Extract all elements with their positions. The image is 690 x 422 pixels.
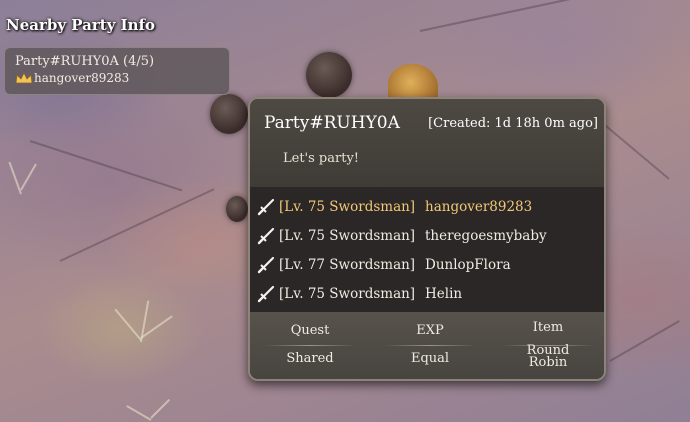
member-row[interactable]: [Lv. 75 Swordsman] Helin: [250, 279, 604, 308]
member-row[interactable]: [Lv. 77 Swordsman] DunlopFlora: [250, 250, 604, 279]
setting-exp-value: Equal: [410, 351, 450, 366]
party-detail-popup: Party#RUHY0A [Created: 1d 18h 0m ago] Le…: [248, 97, 606, 381]
grass-blade: [20, 163, 37, 191]
member-class-level: [Lv. 77 Swordsman]: [279, 256, 416, 273]
grass-blade: [126, 405, 152, 421]
popup-party-title: Party#RUHY0A: [264, 113, 400, 133]
setting-quest-value: Shared: [286, 351, 334, 366]
grass-blade: [150, 398, 171, 419]
popup-party-message: Let's party!: [283, 151, 360, 166]
nearby-party-leader: hangover89283: [15, 70, 219, 86]
member-name: theregoesmybaby: [425, 227, 547, 244]
member-class-level: [Lv. 75 Swordsman]: [279, 227, 416, 244]
setting-quest-label: Quest: [290, 323, 330, 338]
ground-crack: [609, 320, 680, 362]
setting-divider: [264, 345, 356, 346]
grass-blade: [114, 308, 142, 341]
spiky-rock: [210, 94, 248, 134]
member-row[interactable]: [Lv. 75 Swordsman] theregoesmybaby: [250, 221, 604, 250]
member-name: DunlopFlora: [425, 256, 511, 273]
sword-icon: [257, 256, 275, 273]
party-settings: Quest Shared EXP Equal Item Round Robin: [250, 312, 604, 379]
nearby-party-card[interactable]: Party#RUHY0A (4/5) hangover89283: [4, 47, 230, 95]
setting-item-label: Item: [532, 320, 564, 335]
member-list: [Lv. 75 Swordsman] hangover89283 [Lv. 75…: [250, 187, 604, 314]
popup-created-time: [Created: 1d 18h 0m ago]: [428, 116, 598, 131]
spiky-rock: [226, 196, 248, 222]
nearby-party-name: Party#RUHY0A (4/5): [15, 54, 155, 69]
setting-divider: [384, 345, 476, 346]
spiky-rock: [306, 52, 352, 98]
ground-crack: [59, 188, 215, 262]
member-class-level: [Lv. 75 Swordsman]: [279, 285, 416, 302]
setting-exp-label: EXP: [416, 323, 444, 338]
member-name: hangover89283: [425, 198, 533, 215]
setting-item-value: Round Robin: [526, 343, 570, 370]
member-class-level: [Lv. 75 Swordsman]: [279, 198, 416, 215]
member-name: Helin: [425, 285, 463, 302]
ground-crack: [29, 140, 183, 192]
crown-icon: [15, 72, 33, 84]
sword-icon: [257, 227, 275, 244]
popup-header: Party#RUHY0A [Created: 1d 18h 0m ago] Le…: [250, 99, 604, 187]
nearby-party-title: Nearby Party Info: [6, 16, 156, 34]
sword-icon: [257, 198, 275, 215]
member-row[interactable]: [Lv. 75 Swordsman] hangover89283: [250, 192, 604, 221]
ground-crack: [419, 0, 616, 32]
ground-crack: [599, 120, 670, 180]
sword-icon: [257, 285, 275, 302]
nearby-party-leader-name: hangover89283: [34, 71, 130, 85]
